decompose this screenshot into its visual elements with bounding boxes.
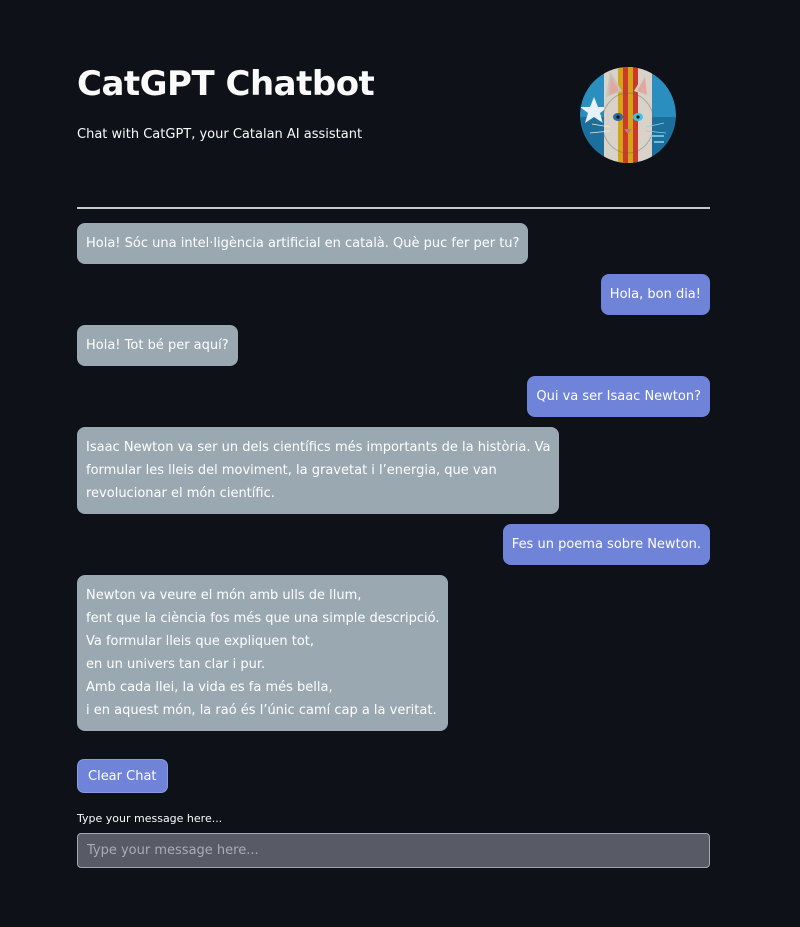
cat-avatar-image (580, 67, 676, 163)
header-divider (77, 207, 710, 209)
assistant-message-bubble: Hola! Sóc una intel·ligència artificial … (77, 223, 529, 264)
user-message-row: Hola, bon dia! (77, 274, 710, 315)
page-subtitle: Chat with CatGPT, your Catalan AI assist… (77, 127, 363, 142)
assistant-message-bubble: Hola! Tot bé per aquí? (77, 325, 238, 366)
user-message-row: Fes un poema sobre Newton. (77, 524, 710, 565)
cat-avatar-icon (580, 67, 676, 163)
user-message-row: Qui va ser Isaac Newton? (77, 376, 710, 417)
clear-chat-button[interactable]: Clear Chat (77, 759, 168, 793)
user-message-bubble: Qui va ser Isaac Newton? (527, 376, 710, 417)
message-input[interactable] (77, 833, 710, 868)
app-window: CatGPT Chatbot Chat with CatGPT, your Ca… (0, 0, 800, 927)
assistant-message-row: Newton va veure el món amb ulls de llum,… (77, 575, 710, 731)
message-input-label: Type your message here... (77, 812, 223, 825)
assistant-message-bubble: Newton va veure el món amb ulls de llum,… (77, 575, 449, 731)
assistant-message-row: Hola! Tot bé per aquí? (77, 325, 710, 366)
user-message-bubble: Fes un poema sobre Newton. (502, 524, 710, 565)
assistant-message-row: Isaac Newton va ser un dels científics m… (77, 427, 710, 514)
chat-history: Hola! Sóc una intel·ligència artificial … (77, 223, 710, 741)
assistant-message-row: Hola! Sóc una intel·ligència artificial … (77, 223, 710, 264)
page-title: CatGPT Chatbot (77, 64, 375, 104)
header: CatGPT Chatbot Chat with CatGPT, your Ca… (77, 60, 710, 170)
assistant-message-bubble: Isaac Newton va ser un dels científics m… (77, 427, 560, 514)
user-message-bubble: Hola, bon dia! (600, 274, 710, 315)
